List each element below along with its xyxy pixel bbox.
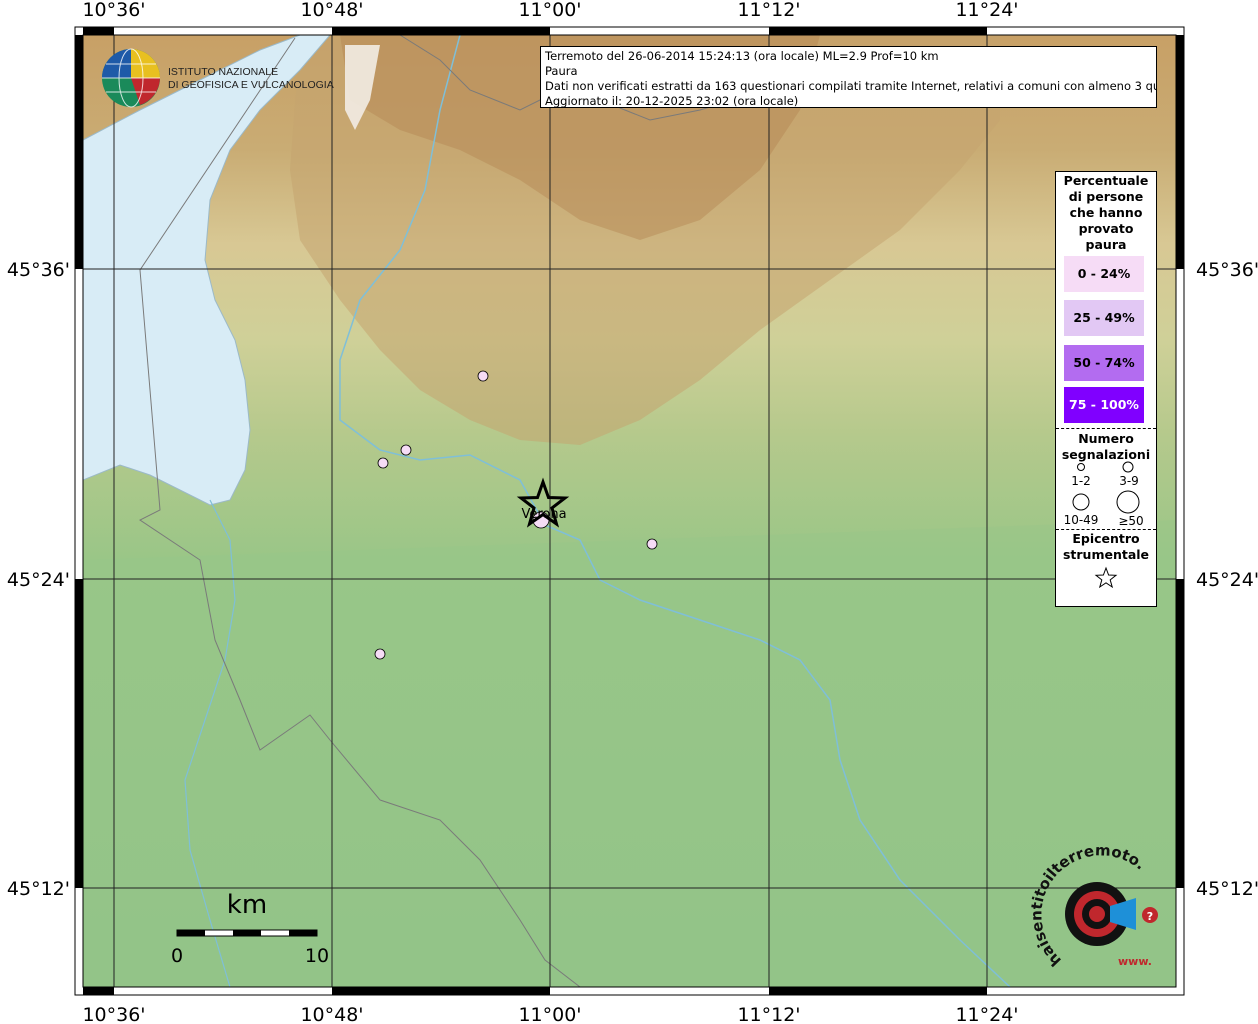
- tick-right: 45°12': [1196, 878, 1258, 900]
- event-note: Dati non verificati estratti da 163 ques…: [545, 79, 1157, 93]
- tick-left: 45°36': [7, 259, 70, 281]
- event-title: Terremoto del 26-06-2014 15:24:13 (ora l…: [545, 49, 939, 63]
- tick-top: 11°24': [955, 0, 1018, 21]
- tick-right: 45°24': [1196, 569, 1258, 591]
- report-point[interactable]: [477, 370, 489, 382]
- tick-bottom: 10°48': [300, 1004, 363, 1024]
- count-label: 10-49: [1063, 513, 1099, 527]
- legend-class-1: 25 - 49%: [1064, 300, 1144, 336]
- report-point[interactable]: [646, 538, 658, 550]
- legend-class-2: 50 - 74%: [1064, 345, 1144, 381]
- event-parameter: Paura: [545, 64, 578, 78]
- tick-top: 11°12': [737, 0, 800, 21]
- tick-bottom: 11°24': [955, 1004, 1018, 1024]
- legend: Percentuale di persone che hanno provato…: [1055, 171, 1157, 607]
- tick-top: 11°00': [518, 0, 581, 21]
- event-updated: Aggiornato il: 20-12-2025 23:02 (ora loc…: [545, 94, 799, 108]
- tick-bottom: 11°12': [737, 1004, 800, 1024]
- legend-star-icon: [1094, 566, 1118, 589]
- report-point[interactable]: [374, 648, 386, 660]
- svg-text:0: 0: [171, 945, 183, 967]
- legend-epicenter-title: Epicentro strumentale: [1062, 531, 1150, 562]
- svg-text:km: km: [227, 890, 267, 920]
- report-point[interactable]: [377, 457, 389, 469]
- legend-class-0: 0 - 24%: [1064, 256, 1144, 292]
- event-info-box: Terremoto del 26-06-2014 15:24:13 (ora l…: [540, 46, 1157, 108]
- report-point[interactable]: [400, 444, 412, 456]
- legend-title: Percentuale di persone che hanno provato…: [1063, 173, 1149, 252]
- tick-left: 45°12': [7, 878, 70, 900]
- svg-text:DI GEOFISICA E VULCANOLOGIA: DI GEOFISICA E VULCANOLOGIA: [168, 79, 334, 91]
- svg-text:?: ?: [1147, 910, 1153, 923]
- svg-text:www.: www.: [1118, 955, 1152, 968]
- tick-bottom: 10°36': [82, 1004, 145, 1024]
- city-label: Verona: [521, 507, 566, 522]
- legend-class-3: 75 - 100%: [1064, 387, 1144, 423]
- map-terrain: [83, 35, 1176, 987]
- legend-count-title: Numero segnalazioni: [1061, 431, 1151, 462]
- tick-bottom: 11°00': [518, 1004, 581, 1024]
- tick-left: 45°24': [7, 569, 70, 591]
- svg-text:10: 10: [305, 945, 329, 967]
- count-label: 3-9: [1119, 474, 1139, 488]
- svg-text:ISTITUTO NAZIONALE: ISTITUTO NAZIONALE: [168, 66, 278, 78]
- count-label: ≥50: [1118, 514, 1144, 528]
- tick-right: 45°36': [1196, 259, 1258, 281]
- tick-top: 10°48': [300, 0, 363, 21]
- count-label: 1-2: [1071, 474, 1091, 488]
- tick-top: 10°36': [82, 0, 145, 21]
